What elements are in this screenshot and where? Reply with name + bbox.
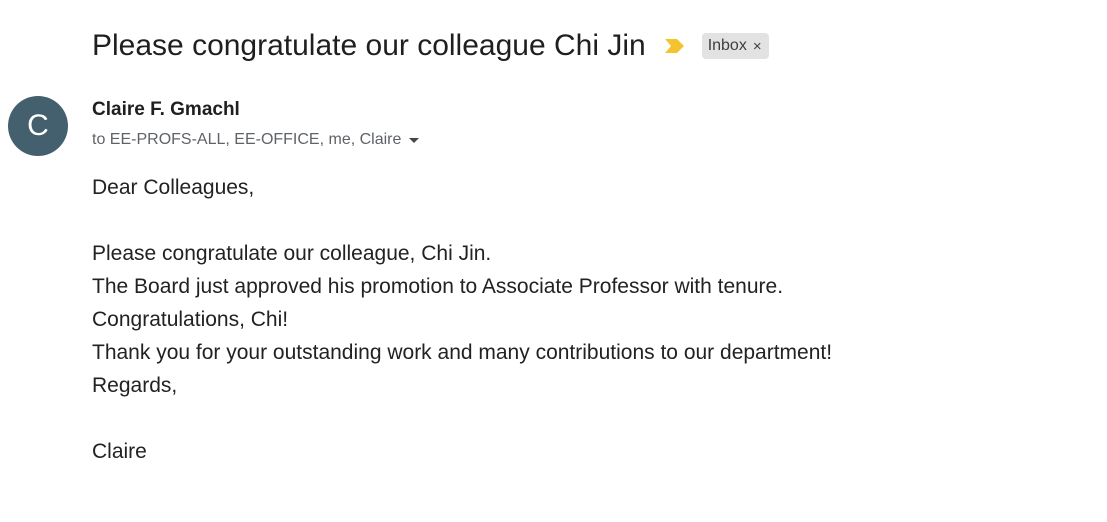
avatar-letter: C xyxy=(27,109,49,142)
subject-row: Please congratulate our colleague Chi Ji… xyxy=(92,24,769,68)
body-signature: Claire xyxy=(92,440,147,463)
recipients-line: to EE-PROFS-ALL, EE-OFFICE, me, Claire xyxy=(92,131,420,149)
body-line: The Board just approved his promotion to… xyxy=(92,275,784,298)
show-details-dropdown-icon[interactable] xyxy=(409,137,420,143)
body-line: Please congratulate our colleague, Chi J… xyxy=(92,242,492,265)
recipients-text: to EE-PROFS-ALL, EE-OFFICE, me, Claire xyxy=(92,131,402,148)
remove-label-icon[interactable]: × xyxy=(753,39,762,54)
importance-marker-icon[interactable] xyxy=(664,38,686,54)
avatar[interactable]: C xyxy=(8,96,68,156)
message-body: Dear Colleagues, Please congratulate our… xyxy=(92,171,832,468)
body-greeting: Dear Colleagues, xyxy=(92,176,255,199)
sender-name[interactable]: Claire F. Gmachl xyxy=(92,99,240,121)
label-chip-inbox: Inbox × xyxy=(701,33,769,59)
email-view: Please congratulate our colleague Chi Ji… xyxy=(0,0,1107,522)
body-line: Congratulations, Chi! xyxy=(92,308,289,331)
label-chip-text: Inbox xyxy=(707,37,747,54)
body-line: Regards, xyxy=(92,374,178,397)
email-subject: Please congratulate our colleague Chi Ji… xyxy=(92,29,646,62)
body-line: Thank you for your outstanding work and … xyxy=(92,341,833,364)
